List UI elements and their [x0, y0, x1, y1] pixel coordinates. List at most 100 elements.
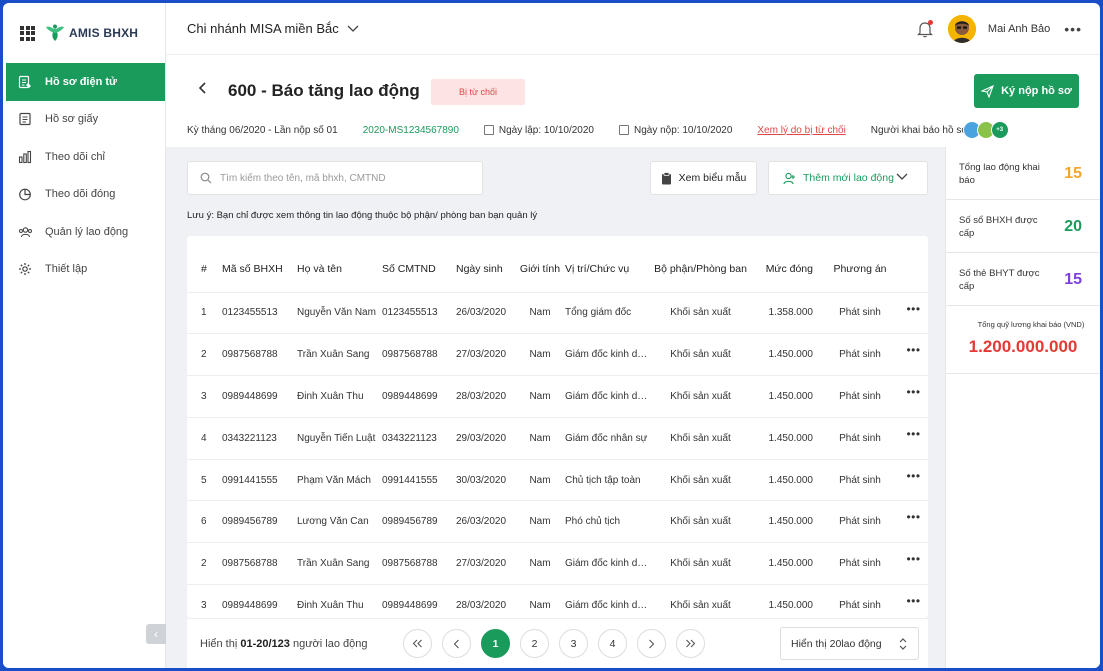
reject-reason-link[interactable]: Xem lý do bị từ chối [757, 125, 845, 136]
table-body: 1 0123455513 Nguyễn Văn Nam 0123455513 26/03… [187, 291, 928, 618]
sidebar-item-4[interactable]: Theo dõi đóng [3, 176, 165, 214]
row-more-icon[interactable]: ••• [899, 500, 928, 543]
back-arrow-icon[interactable] [196, 81, 210, 95]
chevron-down-icon[interactable] [896, 173, 908, 181]
user-area: Mai Anh Bảo ••• [916, 15, 1082, 43]
column-header[interactable]: Phương án [821, 236, 899, 292]
app-grid-icon[interactable] [20, 25, 35, 41]
sidebar-item-3[interactable]: Theo dõi chỉ [3, 138, 165, 176]
notification-dot [927, 20, 933, 25]
table-cell: 1.450.000 [753, 416, 821, 460]
more-menu-icon[interactable]: ••• [1064, 21, 1082, 37]
add-worker-button[interactable]: Thêm mới lao động [768, 161, 928, 195]
table-cell: Nam [515, 416, 565, 460]
submitters-avatars[interactable]: +3 [962, 121, 1009, 139]
sidebar-item-1[interactable]: Hồ sơ điện tử [6, 63, 165, 101]
column-header[interactable]: Mã số BHXH [222, 236, 297, 292]
sidebar-item-5[interactable]: Quản lý lao động [3, 213, 165, 251]
avatar[interactable] [947, 15, 976, 43]
table-cell: 1.450.000 [753, 542, 821, 585]
table-row[interactable]: 3 0989448699 Đinh Xuân Thu 0989448699 28/03/… [187, 375, 928, 418]
stat-label: Tổng lao động khai báo [959, 162, 1040, 186]
bar-chart-icon [17, 149, 33, 165]
last-page-button[interactable] [676, 629, 705, 658]
table-cell: 3 [187, 584, 222, 618]
table-cell: Khối sản xuất [648, 542, 753, 585]
table-cell: Tổng giám đốc [565, 291, 648, 334]
search-input[interactable] [220, 172, 480, 184]
dossier-code: 2020-MS1234567890 [362, 124, 459, 136]
period-info: Kỳ tháng 06/2020 - Lần nộp số 01 [187, 124, 338, 136]
table-cell: Phát sinh [821, 542, 899, 585]
stat-value: 15 [1064, 165, 1082, 182]
logo-icon [46, 24, 64, 41]
view-form-button[interactable]: Xem biểu mẫu [650, 161, 757, 195]
sidebar-item-label: Quản lý lao động [45, 225, 129, 238]
sidebar-item-6[interactable]: Thiết lập [3, 251, 165, 289]
column-header[interactable]: Họ và tên [297, 236, 382, 292]
table-cell: Nguyễn Tiến Luật [297, 416, 382, 460]
table-cell: Phát sinh [821, 416, 899, 460]
table-cell: 1.450.000 [753, 333, 821, 376]
page-title: 600 - Báo tăng lao động [228, 81, 420, 100]
column-header-actions [899, 236, 928, 292]
table-row[interactable]: 2 0987568788 Trần Xuân Sang 0987568788 27/03… [187, 333, 928, 376]
sign-submit-button[interactable]: Ký nộp hồ sơ [974, 74, 1079, 108]
column-header[interactable]: Bộ phận/Phòng ban [648, 236, 753, 292]
page-size-select[interactable]: Hiển thị 20 lao động [780, 627, 919, 660]
page-2-button[interactable]: 2 [520, 629, 549, 658]
first-page-button[interactable] [403, 629, 432, 658]
table-row[interactable]: 1 0123455513 Nguyễn Văn Nam 0123455513 26/03… [187, 291, 928, 334]
stat-label: Số sổ BHXH được cấp [959, 215, 1038, 239]
row-more-icon[interactable]: ••• [899, 458, 928, 501]
user-name[interactable]: Mai Anh Bảo [988, 23, 1050, 35]
search-box[interactable] [187, 161, 483, 195]
row-more-icon[interactable]: ••• [899, 584, 928, 618]
branch-selector[interactable]: Chi nhánh MISA miền Bắc [187, 21, 359, 36]
row-more-icon[interactable]: ••• [899, 416, 928, 460]
table-cell: 3 [187, 375, 222, 418]
table-cell: 2 [187, 542, 222, 585]
brand-bar: AMIS BHXH [3, 3, 165, 63]
next-page-button[interactable] [637, 629, 666, 658]
table-cell: 29/03/2020 [456, 416, 515, 460]
page-4-button[interactable]: 4 [598, 629, 627, 658]
page-1-button[interactable]: 1 [481, 629, 510, 658]
table-cell: 26/03/2020 [456, 500, 515, 543]
total-salary-value: 1.200.000.000 [968, 337, 1078, 356]
column-header[interactable]: Vị trí/Chức vụ [565, 236, 648, 292]
notification-button[interactable] [916, 20, 934, 38]
column-header[interactable]: Số CMTND [382, 236, 456, 292]
row-more-icon[interactable]: ••• [899, 333, 928, 376]
table-cell: Phát sinh [821, 375, 899, 418]
row-more-icon[interactable]: ••• [899, 542, 928, 585]
sidebar-item-2[interactable]: Hồ sơ giấy [3, 101, 165, 139]
table-row[interactable]: 5 0991441555 Phạm Văn Mách 0991441555 30/03/… [187, 458, 928, 501]
table-row[interactable]: 4 0343221123 Nguyễn Tiến Luật 0343221123 29/… [187, 416, 928, 460]
prev-page-button[interactable] [442, 629, 471, 658]
table-row[interactable]: 2 0987568788 Trần Xuân Sang 0987568788 27/03… [187, 542, 928, 585]
table-cell: 27/03/2020 [456, 542, 515, 585]
column-header[interactable]: Giới tính [515, 236, 565, 292]
row-more-icon[interactable]: ••• [899, 375, 928, 418]
table-cell: Phát sinh [821, 584, 899, 618]
table-cell: Khối sản xuất [648, 458, 753, 501]
page-3-button[interactable]: 3 [559, 629, 588, 658]
collapse-sidebar-button[interactable]: ‹ [146, 624, 166, 644]
table-cell: 2 [187, 333, 222, 376]
table-header-row: # Mã số BHXH Họ và tên Số CMTND Ngày sinh Giớ… [187, 236, 928, 292]
row-more-icon[interactable]: ••• [899, 291, 928, 334]
table-row[interactable]: 3 0989448699 Đinh Xuân Thu 0989448699 28/03/… [187, 584, 928, 618]
table-cell: Khối sản xuất [648, 416, 753, 460]
table-cell: Phạm Văn Mách [297, 458, 382, 501]
table-cell: Giám đốc kinh doanh [565, 542, 648, 585]
table-cell: 28/03/2020 [456, 375, 515, 418]
table-cell: Trần Xuân Sang [297, 542, 382, 585]
column-header[interactable]: Ngày sinh [456, 236, 515, 292]
table-cell: 1 [187, 291, 222, 334]
column-header[interactable]: Mức đóng [753, 236, 821, 292]
table-cell: 0343221123 [382, 416, 456, 460]
table-cell: 1.450.000 [753, 584, 821, 618]
table-row[interactable]: 6 0989456789 Lương Văn Can 0989456789 26/03/… [187, 500, 928, 543]
column-header[interactable]: # [187, 236, 222, 292]
